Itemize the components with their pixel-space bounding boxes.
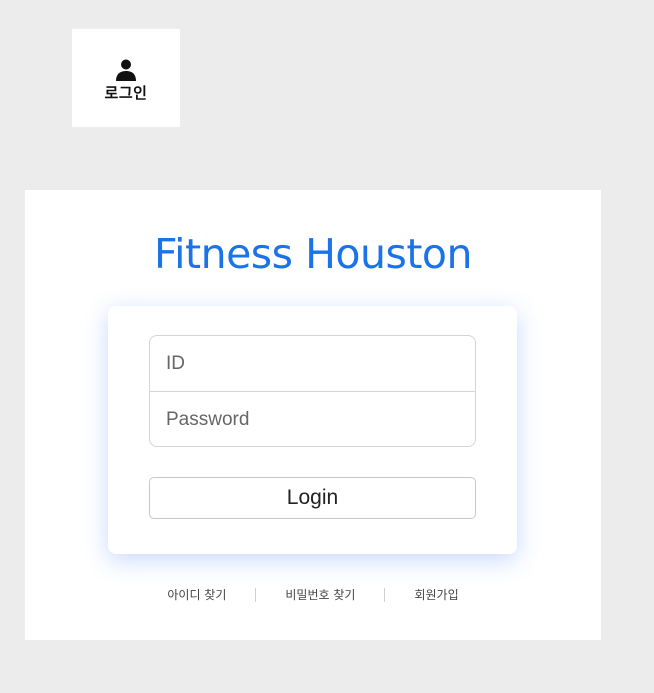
link-separator [384,587,386,602]
link-separator [255,587,257,602]
login-button[interactable]: Login [149,477,476,519]
credential-field-group [149,335,476,447]
find-password-link[interactable]: 비밀번호 찾기 [280,586,360,603]
login-form: Login [108,306,517,554]
brand-title: Fitness Houston [154,230,472,278]
footer-links: 아이디 찾기 비밀번호 찾기 회원가입 [25,586,601,603]
sign-up-link[interactable]: 회원가입 [409,586,463,603]
id-input[interactable] [150,336,475,391]
login-shortcut-button[interactable]: 로그인 [72,29,180,127]
person-icon [116,59,136,81]
login-card: Fitness Houston Login 아이디 찾기 비밀번호 찾기 회원가… [25,190,601,640]
login-shortcut-label: 로그인 [104,84,148,102]
page: 로그인 Fitness Houston Login 아이디 찾기 비밀번호 찾기… [0,0,654,693]
find-id-link[interactable]: 아이디 찾기 [162,586,231,603]
password-input[interactable] [150,392,475,446]
